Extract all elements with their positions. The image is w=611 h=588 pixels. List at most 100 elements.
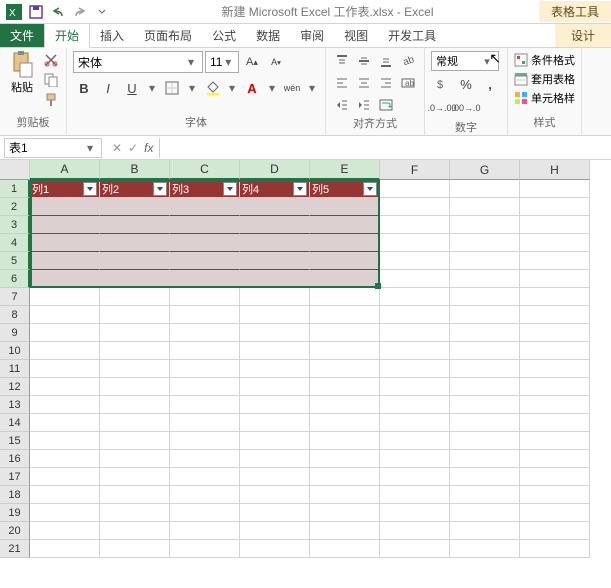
cell[interactable] [30,360,100,378]
row-header[interactable]: 6 [0,270,30,288]
phonetic-button[interactable]: wén [281,77,303,99]
row-header[interactable]: 16 [0,450,30,468]
cell[interactable] [170,270,240,288]
row-header[interactable]: 8 [0,306,30,324]
filter-dropdown-icon[interactable] [293,182,307,196]
cut-button[interactable] [42,51,60,69]
cell[interactable] [170,468,240,486]
cell[interactable] [30,234,100,252]
cell[interactable] [450,396,520,414]
cell[interactable] [30,504,100,522]
cell[interactable] [240,540,310,558]
cell[interactable] [310,468,380,486]
cell[interactable] [310,234,380,252]
decrease-indent-button[interactable] [332,95,352,115]
tab-review[interactable]: 审阅 [290,24,334,47]
underline-button[interactable]: U [121,77,143,99]
cell[interactable] [240,252,310,270]
cell[interactable] [240,198,310,216]
cell[interactable] [30,396,100,414]
cell[interactable] [170,522,240,540]
cell[interactable] [240,324,310,342]
cell[interactable] [380,450,450,468]
cell[interactable] [380,234,450,252]
accounting-format-button[interactable]: $ [431,73,453,95]
cell[interactable] [450,306,520,324]
cell[interactable] [520,270,590,288]
cell[interactable] [310,252,380,270]
cell[interactable] [240,342,310,360]
cell[interactable] [520,432,590,450]
row-header[interactable]: 1 [0,180,30,198]
cell[interactable] [310,270,380,288]
format-painter-button[interactable] [42,91,60,109]
cell[interactable] [170,360,240,378]
cell[interactable] [310,306,380,324]
cell-styles-button[interactable]: 单元格样 [514,89,575,107]
cell[interactable] [380,486,450,504]
cell[interactable] [240,468,310,486]
cell[interactable] [380,270,450,288]
italic-button[interactable]: I [97,77,119,99]
cell[interactable] [100,468,170,486]
fx-button[interactable]: fx [144,141,153,155]
qat-dropdown-icon[interactable] [92,2,112,22]
cell[interactable] [380,378,450,396]
fill-color-button[interactable] [201,77,223,99]
cell[interactable] [100,396,170,414]
cell[interactable] [520,252,590,270]
cell[interactable] [310,378,380,396]
cell[interactable]: 列5 [310,180,380,198]
row-header[interactable]: 10 [0,342,30,360]
chevron-down-icon[interactable]: ▾ [225,81,239,95]
cell[interactable] [30,324,100,342]
cell[interactable] [100,414,170,432]
cell[interactable] [520,288,590,306]
undo-icon[interactable] [48,2,68,22]
cancel-formula-icon[interactable]: ✕ [112,141,122,155]
cell[interactable] [240,432,310,450]
cell[interactable] [100,450,170,468]
cell[interactable] [30,378,100,396]
cell[interactable] [380,252,450,270]
cell[interactable] [520,234,590,252]
col-header[interactable]: F [380,160,450,180]
cell[interactable] [450,234,520,252]
cell[interactable] [380,504,450,522]
cell[interactable] [100,504,170,522]
cell[interactable] [450,324,520,342]
chevron-down-icon[interactable]: ▾ [145,81,159,95]
tab-file[interactable]: 文件 [0,24,44,47]
align-bottom-button[interactable] [376,51,396,71]
cell[interactable] [520,540,590,558]
cell[interactable] [520,450,590,468]
cell[interactable] [380,360,450,378]
filter-dropdown-icon[interactable] [363,182,377,196]
orientation-button[interactable]: ab [398,51,418,71]
cell[interactable] [450,270,520,288]
select-all-corner[interactable] [0,160,30,180]
cell[interactable] [240,288,310,306]
cell[interactable] [170,540,240,558]
cell[interactable] [100,198,170,216]
chevron-down-icon[interactable]: ▾ [305,81,319,95]
row-header[interactable]: 15 [0,432,30,450]
cell[interactable] [240,270,310,288]
cell[interactable] [310,432,380,450]
row-header[interactable]: 12 [0,378,30,396]
redo-icon[interactable] [70,2,90,22]
increase-indent-button[interactable] [354,95,374,115]
cell[interactable] [520,216,590,234]
cell[interactable] [310,540,380,558]
align-center-button[interactable] [354,73,374,93]
col-header[interactable]: A [30,160,100,180]
row-header[interactable]: 7 [0,288,30,306]
cell[interactable] [380,324,450,342]
cell[interactable] [310,504,380,522]
excel-icon[interactable]: X [4,2,24,22]
align-middle-button[interactable] [354,51,374,71]
row-header[interactable]: 14 [0,414,30,432]
cell[interactable] [170,378,240,396]
cell[interactable] [30,288,100,306]
cell[interactable] [380,306,450,324]
